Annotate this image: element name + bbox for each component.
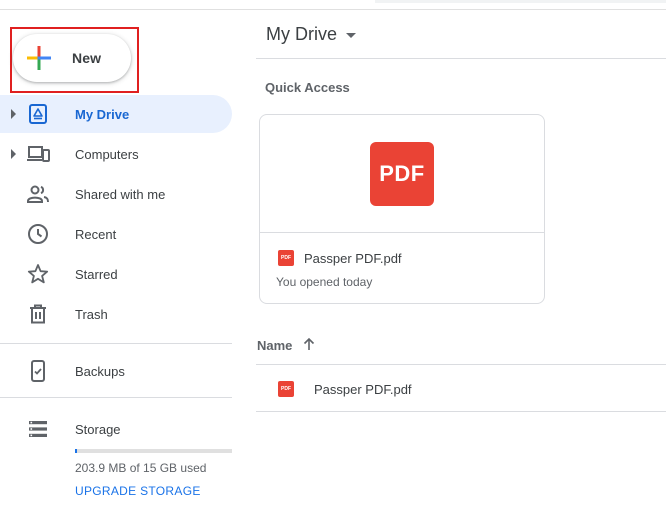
new-button[interactable]: New: [13, 34, 131, 82]
expand-caret-icon[interactable]: [11, 149, 16, 159]
sidebar-item-recent[interactable]: Recent: [0, 215, 232, 253]
trash-icon: [30, 304, 46, 324]
card-subtitle: You opened today: [276, 275, 373, 289]
sidebar-item-storage[interactable]: Storage: [0, 410, 232, 448]
sidebar-item-label: Computers: [75, 147, 139, 162]
star-icon: [27, 264, 49, 284]
card-file-name: Passper PDF.pdf: [304, 251, 402, 266]
file-row-name: Passper PDF.pdf: [314, 382, 412, 397]
sidebar-item-backups[interactable]: Backups: [0, 352, 232, 390]
sidebar-item-label: Backups: [75, 364, 125, 379]
quick-access-card[interactable]: PDF PDF Passper PDF.pdf You opened today: [259, 114, 545, 304]
title-dropdown-caret-icon[interactable]: [346, 33, 356, 38]
pdf-file-icon: PDF: [278, 381, 294, 397]
storage-usage-fill: [75, 449, 78, 453]
my-drive-icon: [29, 104, 47, 124]
upgrade-storage-link[interactable]: UPGRADE STORAGE: [75, 484, 201, 498]
file-row[interactable]: PDF Passper PDF.pdf: [256, 365, 666, 411]
expand-caret-icon[interactable]: [11, 109, 16, 119]
pdf-file-icon: PDF: [370, 142, 434, 206]
page-title[interactable]: My Drive: [266, 24, 337, 45]
sidebar-item-shared-with-me[interactable]: Shared with me: [0, 175, 232, 213]
sidebar-item-computers[interactable]: Computers: [0, 135, 232, 173]
file-preview: PDF: [260, 115, 544, 233]
sidebar-item-label: Starred: [75, 267, 118, 282]
computers-icon: [27, 146, 50, 162]
sidebar-item-label: Recent: [75, 227, 117, 242]
list-divider: [256, 411, 666, 412]
new-button-label: New: [72, 50, 102, 66]
sidebar-divider: [0, 343, 232, 344]
sidebar-item-label: Trash: [75, 307, 108, 322]
storage-usage-text: 203.9 MB of 15 GB used: [75, 461, 207, 475]
name-column-header[interactable]: Name: [257, 338, 292, 353]
people-icon: [27, 185, 49, 203]
sidebar-divider: [0, 397, 232, 398]
sidebar-item-trash[interactable]: Trash: [0, 295, 232, 333]
main-divider: [256, 58, 666, 59]
storage-icon: [29, 421, 47, 437]
sidebar-item-label: Storage: [75, 422, 121, 437]
sidebar-item-my-drive[interactable]: My Drive: [0, 95, 232, 133]
clock-icon: [28, 224, 48, 244]
sidebar-item-label: My Drive: [75, 107, 130, 122]
sidebar-item-label: Shared with me: [75, 187, 166, 202]
top-bar-strip: [375, 0, 666, 3]
pdf-file-icon: PDF: [278, 250, 294, 266]
sidebar-item-starred[interactable]: Starred: [0, 255, 232, 293]
header-divider: [0, 9, 666, 10]
sort-ascending-arrow-icon[interactable]: [301, 336, 317, 352]
backup-phone-icon: [31, 360, 45, 382]
quick-access-title: Quick Access: [265, 80, 350, 95]
storage-usage-bar: [75, 449, 232, 453]
plus-icon: [27, 46, 51, 70]
